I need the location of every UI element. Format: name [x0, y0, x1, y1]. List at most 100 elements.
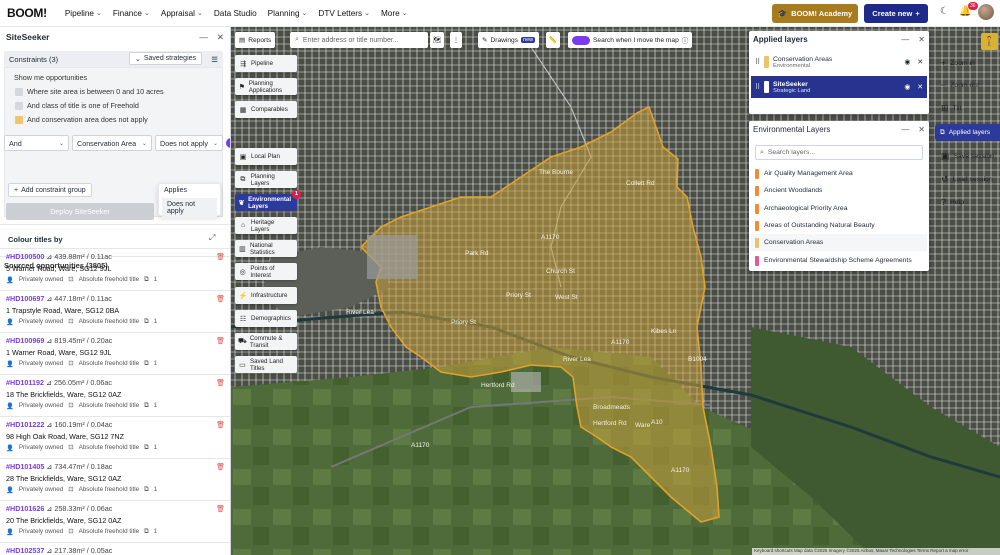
nav-more[interactable]: More ⌄ — [381, 9, 408, 18]
condition-conservation[interactable]: And conservation area does not apply — [15, 115, 148, 124]
applied-layer-item[interactable]: ⠿ Conservation Areas Environmental ◉ ✕ — [751, 51, 927, 73]
layer-saved-land-titles[interactable]: ▭ Saved Land Titles — [235, 356, 297, 373]
nav-data-studio[interactable]: Data Studio — [214, 9, 257, 18]
condition-site-area[interactable]: Where site area is between 0 and 10 acre… — [15, 87, 164, 96]
checkbox[interactable] — [15, 115, 23, 124]
app-logo[interactable]: BOOM! — [7, 6, 47, 20]
map-search-input[interactable]: ⌕ Enter address or title number... — [290, 32, 428, 48]
expand-icon[interactable]: ⤢ — [209, 233, 215, 243]
saved-strategies-button[interactable]: ⌄ Saved strategies — [129, 52, 203, 65]
trash-icon[interactable]: 🗑 — [216, 337, 225, 345]
trash-icon[interactable]: 🗑 — [216, 421, 225, 429]
trash-icon[interactable]: 🗑 — [216, 295, 225, 303]
title-id[interactable]: #HD101626 — [6, 504, 44, 513]
drag-handle-icon[interactable]: ⠿ — [755, 83, 760, 91]
list-item[interactable]: #HD101626 ⊿ 258.33m² / 0.06ac 🗑 20 The Bric… — [0, 500, 230, 540]
nav-dtv-letters[interactable]: DTV Letters ⌄ — [318, 9, 370, 18]
option-does-not-apply[interactable]: Does not apply — [162, 198, 217, 218]
drag-handle-icon[interactable]: ⠿ — [755, 58, 760, 66]
env-layer-item[interactable]: Environmental Stewardship Scheme Agreeme… — [751, 252, 927, 269]
trash-icon[interactable]: 🗑 — [216, 463, 225, 471]
layer-local-plan[interactable]: ▣ Local Plan — [235, 148, 297, 165]
close-icon[interactable]: ✕ — [917, 83, 923, 91]
zoom-out-button[interactable]: − Zoom out — [935, 78, 1000, 92]
minimize-icon[interactable]: — — [901, 125, 909, 134]
layer-infrastructure[interactable]: ⚡ Infrastructure — [235, 287, 297, 304]
toggle-switch[interactable] — [572, 35, 590, 45]
condition-title-class[interactable]: And class of title is one of Freehold — [15, 101, 139, 110]
trash-icon[interactable]: 🗑 — [216, 379, 225, 387]
env-layer-item[interactable]: Archaeological Priority Area — [751, 200, 927, 217]
constraints-header[interactable]: Constraints (3) ⌄ Saved strategies ☰ — [4, 51, 223, 67]
search-when-move-toggle[interactable]: Search when I move the map ⓘ — [568, 32, 693, 48]
academy-button[interactable]: 🎓 BOOM! Academy — [772, 4, 858, 23]
title-id[interactable]: #HD100697 — [6, 294, 44, 303]
layer-national-statistics[interactable]: ▥ National Statistics — [235, 240, 297, 257]
env-layer-item[interactable]: Air Quality Management Area — [751, 165, 927, 182]
checkbox[interactable] — [15, 87, 23, 96]
layer-demographics[interactable]: ☷ Demographics — [235, 310, 297, 327]
list-item[interactable]: #HD101405 ⊿ 734.47m² / 0.18ac 🗑 28 The Bric… — [0, 458, 230, 498]
moon-icon[interactable]: ☾ — [940, 6, 949, 17]
list-item[interactable]: #HD100697 ⊿ 447.18m² / 0.11ac 🗑 1 Trapstyle… — [0, 290, 230, 330]
drawings-button[interactable]: ✎ Drawings new — [478, 32, 540, 48]
connector-select[interactable]: And ⌄ — [4, 135, 69, 151]
nav-appraisal[interactable]: Appraisal ⌄ — [161, 9, 203, 18]
layer-commute-transit[interactable]: ⛟ Commute & Transit — [235, 333, 297, 350]
help-button[interactable]: ? Help — [935, 195, 1000, 209]
add-constraint-group-button[interactable]: + Add constraint group — [8, 183, 92, 197]
layer-points-of-interest[interactable]: ◎ Points of Interest — [235, 263, 297, 280]
eye-icon[interactable]: ◉ — [904, 83, 910, 91]
trash-icon[interactable]: 🗑 — [216, 505, 225, 513]
nav-finance[interactable]: Finance ⌄ — [113, 9, 150, 18]
env-layer-item[interactable]: Areas of Outstanding Natural Beauty — [751, 217, 927, 234]
minimize-icon[interactable]: — — [199, 32, 208, 43]
title-id[interactable]: #HD101192 — [6, 378, 44, 387]
title-id[interactable]: #HD101405 — [6, 462, 44, 471]
reports-button[interactable]: ▤ Reports — [235, 32, 276, 48]
layer-search-input[interactable]: ⌕ Search layers... — [755, 145, 923, 160]
deploy-siteseeker-button[interactable]: Deploy SiteSeeker — [6, 203, 154, 220]
operator-select[interactable]: Does not apply ⌄ — [155, 135, 223, 151]
tilt-button[interactable]: ⊞ Tilt — [935, 101, 1000, 115]
checkbox[interactable] — [15, 101, 23, 110]
map-icon[interactable]: 🗺 — [430, 32, 444, 48]
more-vertical-icon[interactable]: ⋮ — [450, 32, 462, 48]
title-id[interactable]: #HD100500 — [6, 252, 44, 261]
list-item[interactable]: #HD100500 ⊿ 439.88m² / 0.11ac 🗑 5 Warner Ro… — [0, 248, 230, 288]
nav-pipeline[interactable]: Pipeline ⌄ — [65, 9, 102, 18]
create-new-button[interactable]: Create new + — [864, 4, 928, 23]
ruler-icon[interactable]: 📏 — [546, 32, 560, 48]
eye-icon[interactable]: ◉ — [904, 58, 910, 66]
pegman-icon[interactable]: 🧍 — [981, 33, 998, 50]
title-id[interactable]: #HD100969 — [6, 336, 44, 345]
title-id[interactable]: #HD101222 — [6, 420, 44, 429]
close-icon[interactable]: ✕ — [918, 35, 925, 44]
close-icon[interactable]: ✕ — [917, 58, 923, 66]
option-applies[interactable]: Applies — [159, 184, 220, 197]
layer-select[interactable]: Conservation Area ⌄ — [72, 135, 152, 151]
nav-planning[interactable]: Planning ⌄ — [268, 9, 308, 18]
minimize-icon[interactable]: — — [901, 35, 909, 44]
layer-pipeline[interactable]: ⇶ Pipeline — [235, 55, 297, 72]
close-icon[interactable]: ✕ — [918, 125, 925, 134]
env-layer-item[interactable]: Ancient Woodlands — [751, 182, 927, 199]
layer-environmental[interactable]: ❦ Environmental Layers 1 — [235, 190, 301, 211]
menu-icon[interactable]: ☰ — [211, 55, 218, 64]
list-item[interactable]: #HD100969 ⊿ 819.45m² / 0.20ac 🗑 1 Warner Ro… — [0, 332, 230, 372]
layer-comparables[interactable]: ▦ Comparables — [235, 101, 297, 118]
close-icon[interactable]: ✕ — [217, 32, 224, 43]
trash-icon[interactable]: 🗑 — [216, 253, 225, 261]
env-layer-item[interactable]: Conservation Areas — [751, 234, 927, 251]
layer-planning-applications[interactable]: ⚑ Planning Applications — [235, 78, 297, 95]
avatar[interactable] — [978, 4, 994, 20]
list-item[interactable]: #HD102537 ⊿ 217.38m² / 0.05ac — [0, 542, 230, 555]
applied-layers-button[interactable]: ⧉ Applied layers — [935, 124, 1000, 141]
list-item[interactable]: #HD101222 ⊿ 160.19m² / 0.04ac 🗑 98 High Oak… — [0, 416, 230, 456]
layer-planning-layers[interactable]: ⧉ Planning Layers — [235, 171, 297, 188]
save-session-button[interactable]: ▣ Save session — [935, 149, 1000, 163]
layer-heritage[interactable]: ⌂ Heritage Layers — [235, 217, 297, 234]
zoom-in-button[interactable]: + Zoom in — [935, 56, 1000, 70]
load-session-button[interactable]: ↺ Load session — [935, 172, 1000, 186]
applied-layer-item[interactable]: ⠿ SiteSeeker Strategic Land ◉ ✕ — [751, 76, 927, 98]
